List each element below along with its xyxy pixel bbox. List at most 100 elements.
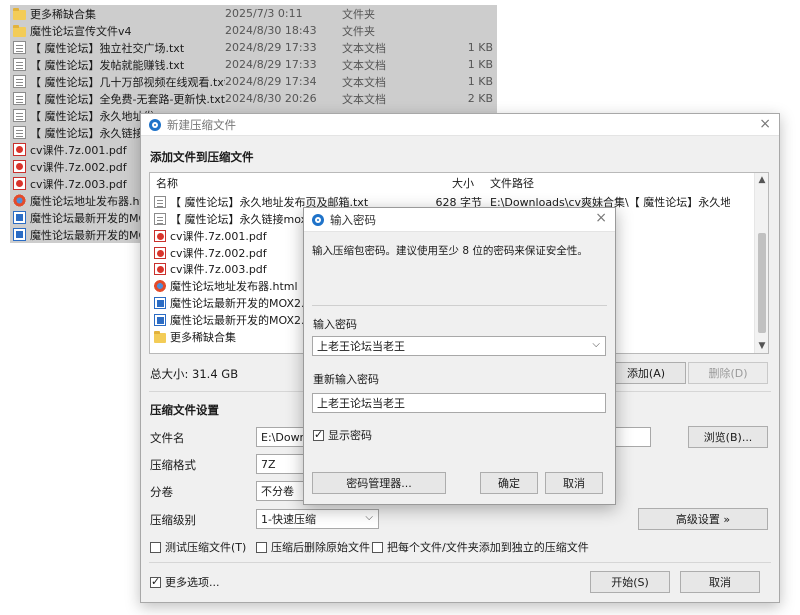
browse-button[interactable]: 浏览(B)... [688,426,768,448]
text-file-icon [13,41,26,54]
format-value: 7Z [261,457,276,471]
text-file-icon [13,126,26,139]
explorer-file-size: 1 KB [467,75,493,88]
explorer-file-name: 【 魔性论坛】发帖就能赚钱.txt [30,58,185,72]
close-icon[interactable]: × [759,116,771,132]
chevron-down-icon: ⌵ [365,512,373,523]
app-logo-icon [149,118,161,131]
more-options-checkbox[interactable] [150,575,161,589]
explorer-file-date: 2024/8/30 20:26 [225,92,317,105]
explorer-file-type: 文件夹 [342,7,375,21]
explorer-row[interactable]: 【 魔性论坛】几十万部视频在线观看.txt 2024/8/29 17:34 文本文档… [10,73,497,90]
close-icon[interactable]: × [595,210,607,226]
folder-icon [154,330,166,343]
cancel-button[interactable]: 取消 [680,571,760,593]
folder-icon [13,7,26,20]
scroll-down-icon[interactable]: ▼ [755,339,768,353]
split-value: 不分卷 [261,485,294,498]
column-name-header[interactable]: 名称 [156,175,178,191]
separate-archive-option[interactable]: 把每个文件/文件夹添加到独立的压缩文件 [372,539,589,555]
doc-file-icon [13,228,26,241]
explorer-file-name: 【 魔性论坛】独立社交广场.txt [30,41,185,55]
pdf-icon [13,160,26,173]
test-archive-checkbox[interactable] [150,541,161,553]
separator [312,305,607,306]
explorer-file-size: 2 KB [467,92,493,105]
explorer-file-type: 文本文档 [342,75,386,89]
settings-heading: 压缩文件设置 [150,403,219,417]
doc-file-icon [154,313,166,326]
pdf-icon [13,177,26,190]
column-size-header[interactable]: 大小 [452,175,474,191]
enter-password-value: 上老王论坛当老王 [317,340,405,353]
column-path-header[interactable]: 文件路径 [490,175,534,191]
explorer-row[interactable]: 魔性论坛宣传文件v4 2024/8/30 18:43 文件夹 [10,22,497,39]
separate-archive-label: 把每个文件/文件夹添加到独立的压缩文件 [387,541,589,554]
password-cancel-button[interactable]: 取消 [545,472,603,494]
level-label: 压缩级别 [150,513,196,527]
explorer-file-date: 2024/8/29 17:34 [225,75,317,88]
format-label: 压缩格式 [150,458,196,472]
explorer-file-type: 文本文档 [342,92,386,106]
text-file-icon [13,58,26,71]
ok-button[interactable]: 确定 [480,472,538,494]
doc-file-icon [13,211,26,224]
show-password-checkbox[interactable] [313,428,324,442]
total-size-label: 总大小: 31.4 GB [150,367,239,381]
advanced-settings-button[interactable]: 高级设置 » [638,508,768,530]
password-hint: 输入压缩包密码。建议使用至少 8 位的密码来保证安全性。 [312,245,588,257]
explorer-row[interactable]: 更多稀缺合集 2025/7/3 0:11 文件夹 [10,5,497,22]
explorer-file-type: 文本文档 [342,41,386,55]
explorer-row[interactable]: 【 魔性论坛】独立社交广场.txt 2024/8/29 17:33 文本文档 1 KB [10,39,497,56]
filename-label: 文件名 [150,431,185,445]
explorer-file-date: 2025/7/3 0:11 [225,7,303,20]
pdf-icon [154,246,166,259]
list-header: 名称 大小 文件路径 [150,173,768,192]
more-options-label: 更多选项... [165,576,220,589]
delete-button[interactable]: 删除(D) [688,362,768,384]
separate-archive-checkbox[interactable] [372,541,383,553]
explorer-file-date: 2024/8/29 17:33 [225,58,317,71]
explorer-file-size: 1 KB [467,58,493,71]
pdf-icon [13,143,26,156]
explorer-row[interactable]: 【 魔性论坛】发帖就能赚钱.txt 2024/8/29 17:33 文本文档 1 KB [10,56,497,73]
more-options-option[interactable]: 更多选项... [150,574,220,590]
add-button[interactable]: 添加(A) [606,362,686,384]
test-archive-option[interactable]: 测试压缩文件(T) [150,539,246,555]
separator [149,562,771,563]
split-label: 分卷 [150,485,173,499]
explorer-file-date: 2024/8/30 18:43 [225,24,317,37]
reenter-password-input[interactable]: 上老王论坛当老王 [312,393,606,413]
show-password-label: 显示密码 [328,429,372,442]
explorer-file-type: 文件夹 [342,24,375,38]
show-password-option[interactable]: 显示密码 [313,427,372,443]
password-titlebar: 输入密码 × [304,208,615,232]
delete-original-checkbox[interactable] [256,541,267,553]
explorer-file-name: 魔性论坛宣传文件v4 [30,24,132,38]
text-file-icon [154,213,166,226]
split-select[interactable]: 不分卷 [256,481,306,501]
password-manager-button[interactable]: 密码管理器... [312,472,446,494]
folder-icon [13,24,26,37]
explorer-row[interactable]: 【 魔性论坛】全免费-无套路-更新快.txt 2024/8/30 20:26 文本文… [10,90,497,107]
chevron-down-icon[interactable]: ⌵ [592,339,600,350]
explorer-file-type: 文本文档 [342,58,386,72]
delete-original-option[interactable]: 压缩后删除原始文件 [256,539,370,555]
password-dialog: 输入密码 × 输入压缩包密码。建议使用至少 8 位的密码来保证安全性。 输入密码… [303,207,616,505]
start-button[interactable]: 开始(S) [590,571,670,593]
dialog-title: 新建压缩文件 [167,117,236,132]
explorer-file-name: 更多稀缺合集 [30,7,96,21]
pdf-icon [154,263,166,276]
level-select[interactable]: 1-快速压缩 ⌵ [256,509,379,529]
delete-original-label: 压缩后删除原始文件 [271,541,370,554]
reenter-password-label: 重新输入密码 [313,373,379,386]
scroll-up-icon[interactable]: ▲ [755,173,768,187]
doc-file-icon [154,297,166,310]
test-archive-label: 测试压缩文件(T) [165,541,247,554]
text-file-icon [13,92,26,105]
format-select[interactable]: 7Z [256,454,306,474]
list-scrollbar[interactable]: ▲ ▼ [754,173,768,353]
enter-password-input[interactable]: 上老王论坛当老王 ⌵ [312,336,606,356]
scroll-thumb[interactable] [758,233,766,333]
dialog-titlebar: 新建压缩文件 × [141,114,779,136]
